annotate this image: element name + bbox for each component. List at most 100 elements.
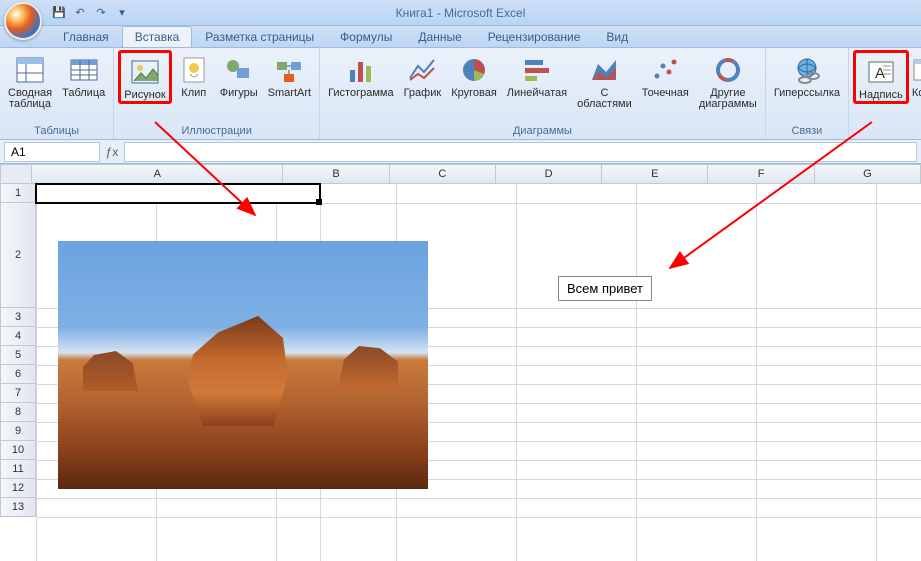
row-header-2[interactable]: 2 xyxy=(0,203,36,308)
other-charts-button[interactable]: Другие диаграммы xyxy=(695,50,761,111)
row-header-5[interactable]: 5 xyxy=(0,346,36,365)
area-chart-button[interactable]: С областями xyxy=(573,50,636,111)
inserted-textbox[interactable]: Всем привет xyxy=(558,276,652,301)
select-all-corner[interactable] xyxy=(0,164,32,184)
row-headers: 1 2 3 4 5 6 7 8 9 10 11 12 13 xyxy=(0,184,36,517)
table-icon xyxy=(68,54,100,86)
shapes-icon xyxy=(223,54,255,86)
col-header-g[interactable]: G xyxy=(815,164,921,184)
office-button[interactable] xyxy=(4,2,42,40)
column-chart-icon xyxy=(345,54,377,86)
inserted-picture[interactable] xyxy=(58,241,428,489)
line-chart-button[interactable]: График xyxy=(400,50,446,100)
formula-bar: A1 ƒx xyxy=(0,140,921,164)
shapes-label: Фигуры xyxy=(220,88,258,99)
group-illustrations: Рисунок Клип Фигуры SmartArt Иллюстрации xyxy=(114,48,320,139)
row-header-1[interactable]: 1 xyxy=(0,184,36,203)
row-header-9[interactable]: 9 xyxy=(0,422,36,441)
fx-icon[interactable]: ƒx xyxy=(100,145,124,159)
quick-access-toolbar: 💾 ↶ ↷ ▾ xyxy=(50,4,131,22)
smartart-label: SmartArt xyxy=(268,88,311,99)
pivot-table-label: Сводная таблица xyxy=(8,88,52,110)
row-header-11[interactable]: 11 xyxy=(0,460,36,479)
fill-handle[interactable] xyxy=(316,199,322,205)
clip-label: Клип xyxy=(181,88,206,99)
row-header-4[interactable]: 4 xyxy=(0,327,36,346)
column-headers: A B C D E F G xyxy=(0,164,921,184)
row-header-6[interactable]: 6 xyxy=(0,365,36,384)
picture-button[interactable]: Рисунок xyxy=(118,50,172,104)
col-header-b[interactable]: B xyxy=(283,164,389,184)
row-header-12[interactable]: 12 xyxy=(0,479,36,498)
row-header-13[interactable]: 13 xyxy=(0,498,36,517)
group-links: Гиперссылка Связи xyxy=(766,48,849,139)
area-chart-label: С областями xyxy=(577,88,632,110)
row-header-3[interactable]: 3 xyxy=(0,308,36,327)
tab-review[interactable]: Рецензирование xyxy=(475,26,594,47)
bar-chart-icon xyxy=(521,54,553,86)
line-chart-icon xyxy=(406,54,438,86)
smartart-button[interactable]: SmartArt xyxy=(264,50,315,100)
tab-page-layout[interactable]: Разметка страницы xyxy=(192,26,327,47)
clip-icon xyxy=(178,54,210,86)
group-charts: Гистограмма График Круговая Линейчатая С… xyxy=(320,48,766,139)
shapes-button[interactable]: Фигуры xyxy=(216,50,262,100)
row-header-8[interactable]: 8 xyxy=(0,403,36,422)
ribbon-tabs: Главная Вставка Разметка страницы Формул… xyxy=(0,26,921,48)
save-icon[interactable]: 💾 xyxy=(50,4,68,22)
header-footer-button[interactable]: Кол xyxy=(911,50,921,100)
pivot-table-button[interactable]: Сводная таблица xyxy=(4,50,56,111)
clip-button[interactable]: Клип xyxy=(174,50,214,100)
row-header-7[interactable]: 7 xyxy=(0,384,36,403)
active-cell-a1[interactable] xyxy=(35,183,321,204)
group-text-label xyxy=(853,123,921,139)
group-tables: Сводная таблица Таблица Таблицы xyxy=(0,48,114,139)
name-box-value: A1 xyxy=(11,145,26,159)
textbox-icon: A xyxy=(865,56,897,88)
pivot-table-icon xyxy=(14,54,46,86)
hyperlink-icon xyxy=(791,54,823,86)
picture-label: Рисунок xyxy=(124,90,166,101)
column-chart-button[interactable]: Гистограмма xyxy=(324,50,398,100)
col-header-e[interactable]: E xyxy=(602,164,708,184)
formula-input[interactable] xyxy=(124,142,917,162)
table-button[interactable]: Таблица xyxy=(58,50,109,100)
group-tables-label: Таблицы xyxy=(4,123,109,139)
header-footer-icon xyxy=(913,54,921,86)
tab-view[interactable]: Вид xyxy=(593,26,641,47)
tab-data[interactable]: Данные xyxy=(405,26,474,47)
tab-formulas[interactable]: Формулы xyxy=(327,26,405,47)
other-charts-label: Другие диаграммы xyxy=(699,88,757,110)
textbox-label: Надпись xyxy=(859,90,903,101)
ribbon: Сводная таблица Таблица Таблицы Рисунок … xyxy=(0,48,921,140)
col-header-f[interactable]: F xyxy=(708,164,814,184)
undo-icon[interactable]: ↶ xyxy=(71,4,89,22)
redo-icon[interactable]: ↷ xyxy=(92,4,110,22)
tab-home[interactable]: Главная xyxy=(50,26,122,47)
col-header-d[interactable]: D xyxy=(496,164,602,184)
col-header-a[interactable]: A xyxy=(32,164,283,184)
pie-chart-button[interactable]: Круговая xyxy=(447,50,501,100)
bar-chart-button[interactable]: Линейчатая xyxy=(503,50,571,100)
titlebar: 💾 ↶ ↷ ▾ Книга1 - Microsoft Excel xyxy=(0,0,921,26)
textbox-text: Всем привет xyxy=(567,281,643,296)
hyperlink-button[interactable]: Гиперссылка xyxy=(770,50,844,100)
smartart-icon xyxy=(273,54,305,86)
pie-chart-label: Круговая xyxy=(451,88,497,99)
hyperlink-label: Гиперссылка xyxy=(774,88,840,99)
window-title: Книга1 - Microsoft Excel xyxy=(396,6,526,20)
column-chart-label: Гистограмма xyxy=(328,88,394,99)
cells-area[interactable]: Всем привет xyxy=(36,184,921,561)
col-header-c[interactable]: C xyxy=(390,164,496,184)
name-box[interactable]: A1 xyxy=(4,142,100,162)
textbox-button[interactable]: A Надпись xyxy=(853,50,909,104)
row-header-10[interactable]: 10 xyxy=(0,441,36,460)
scatter-chart-label: Точечная xyxy=(642,88,689,99)
qat-dropdown-icon[interactable]: ▾ xyxy=(113,4,131,22)
picture-icon xyxy=(129,56,161,88)
group-illustrations-label: Иллюстрации xyxy=(118,123,315,139)
tab-insert[interactable]: Вставка xyxy=(122,26,193,47)
scatter-chart-icon xyxy=(649,54,681,86)
table-label: Таблица xyxy=(62,88,105,99)
scatter-chart-button[interactable]: Точечная xyxy=(638,50,693,100)
